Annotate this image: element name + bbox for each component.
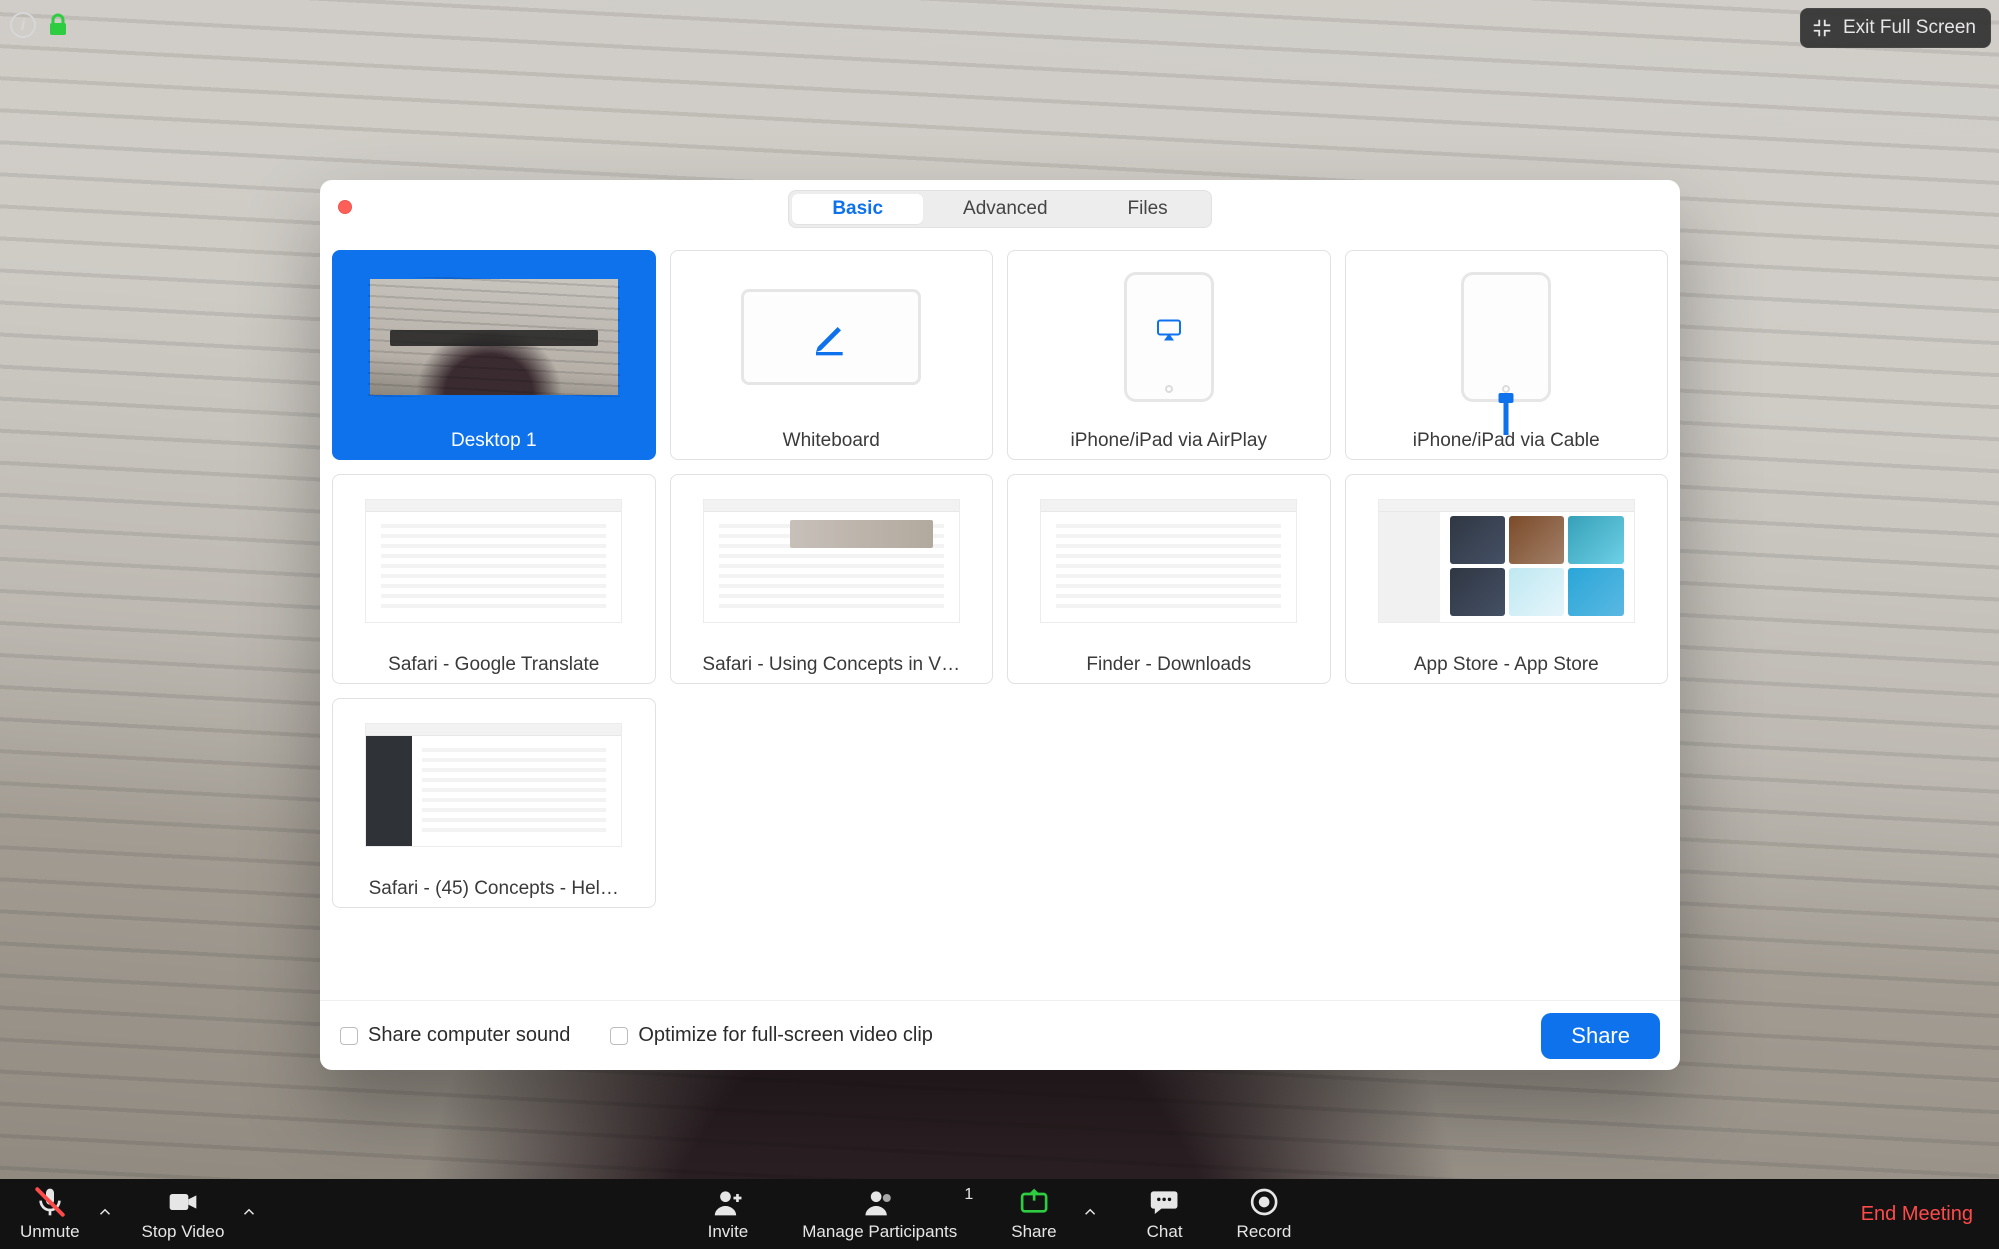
toolbar-label: Unmute <box>20 1222 80 1242</box>
share-category-tabs: Basic Advanced Files <box>788 190 1211 228</box>
checkbox-box <box>340 1027 358 1045</box>
toolbar-label: Chat <box>1147 1222 1183 1242</box>
toolbar-label: Record <box>1237 1222 1292 1242</box>
share-tile-label: Finder - Downloads <box>1008 647 1330 683</box>
share-tile-iphone-cable[interactable]: iPhone/iPad via Cable <box>1345 250 1669 460</box>
chat-button[interactable]: Chat <box>1137 1186 1193 1242</box>
exit-full-screen-icon <box>1811 17 1833 39</box>
share-screen-dialog: Basic Advanced Files Desktop 1 Whiteboar… <box>320 180 1680 1070</box>
share-tile-label: Desktop 1 <box>333 423 655 459</box>
window-thumbnail <box>1040 499 1297 623</box>
share-tile-label: iPhone/iPad via AirPlay <box>1008 423 1330 459</box>
share-tile-desktop-1[interactable]: Desktop 1 <box>332 250 656 460</box>
toolbar-label: Invite <box>708 1222 749 1242</box>
share-computer-sound-checkbox[interactable]: Share computer sound <box>340 1024 570 1047</box>
chat-icon <box>1149 1186 1181 1218</box>
window-thumbnail <box>365 723 622 847</box>
window-thumbnail <box>365 499 622 623</box>
pencil-icon <box>811 317 851 357</box>
cable-icon <box>1504 399 1509 435</box>
tab-advanced[interactable]: Advanced <box>923 194 1088 224</box>
share-tile-safari-google-translate[interactable]: Safari - Google Translate <box>332 474 656 684</box>
optimize-video-checkbox[interactable]: Optimize for full-screen video clip <box>610 1024 933 1047</box>
record-icon <box>1248 1186 1280 1218</box>
record-button[interactable]: Record <box>1227 1186 1302 1242</box>
share-screen-icon <box>1018 1186 1050 1218</box>
share-tile-iphone-airplay[interactable]: iPhone/iPad via AirPlay <box>1007 250 1331 460</box>
chevron-up-icon <box>96 1203 114 1221</box>
toolbar-label: Share <box>1011 1222 1056 1242</box>
stop-video-button[interactable]: Stop Video <box>132 1186 235 1242</box>
checkbox-box <box>610 1027 628 1045</box>
window-thumbnail <box>1378 499 1635 623</box>
chevron-up-icon <box>1081 1203 1099 1221</box>
meeting-toolbar: Unmute Stop Video Invite 1 Manage Partic… <box>0 1179 1999 1249</box>
chevron-up-icon <box>240 1203 258 1221</box>
share-source-grid: Desktop 1 Whiteboard iPhone/iPad via Air… <box>320 238 1680 1000</box>
toolbar-label: Stop Video <box>142 1222 225 1242</box>
tab-files[interactable]: Files <box>1088 194 1208 224</box>
unmute-button[interactable]: Unmute <box>10 1186 90 1242</box>
invite-button[interactable]: Invite <box>698 1186 759 1242</box>
desktop-thumbnail <box>370 279 618 394</box>
participant-count-badge: 1 <box>964 1186 973 1204</box>
close-dialog-button[interactable] <box>338 200 352 214</box>
share-tile-label: App Store - App Store <box>1346 647 1668 683</box>
share-tile-finder-downloads[interactable]: Finder - Downloads <box>1007 474 1331 684</box>
share-tile-whiteboard[interactable]: Whiteboard <box>670 250 994 460</box>
video-camera-icon <box>167 1186 199 1218</box>
video-options-chevron[interactable] <box>236 1203 262 1226</box>
audio-options-chevron[interactable] <box>92 1203 118 1226</box>
share-screen-button[interactable]: Share <box>1001 1186 1066 1242</box>
participants-icon <box>864 1186 896 1218</box>
share-dialog-bottom-bar: Share computer sound Optimize for full-s… <box>320 1000 1680 1070</box>
airplay-icon <box>1156 319 1182 346</box>
tab-basic[interactable]: Basic <box>792 194 923 224</box>
share-tile-app-store[interactable]: App Store - App Store <box>1345 474 1669 684</box>
manage-participants-button[interactable]: 1 Manage Participants <box>792 1186 967 1242</box>
toolbar-label: Manage Participants <box>802 1222 957 1242</box>
share-tile-label: Safari - Using Concepts in V… <box>671 647 993 683</box>
checkbox-label: Optimize for full-screen video clip <box>638 1024 933 1047</box>
invite-icon <box>712 1186 744 1218</box>
checkbox-label: Share computer sound <box>368 1024 570 1047</box>
end-meeting-button[interactable]: End Meeting <box>1845 1203 1989 1226</box>
share-tile-label: Safari - Google Translate <box>333 647 655 683</box>
share-confirm-button[interactable]: Share <box>1541 1013 1660 1059</box>
share-tile-label: Whiteboard <box>671 423 993 459</box>
exit-full-screen-button[interactable]: Exit Full Screen <box>1800 8 1991 48</box>
encryption-lock-icon[interactable] <box>48 13 68 37</box>
window-thumbnail <box>703 499 960 623</box>
share-tile-safari-concepts-help[interactable]: Safari - (45) Concepts - Hel… <box>332 698 656 908</box>
share-options-chevron[interactable] <box>1077 1203 1103 1226</box>
meeting-info-icon[interactable]: i <box>10 12 36 38</box>
share-tile-label: Safari - (45) Concepts - Hel… <box>333 871 655 907</box>
exit-full-screen-label: Exit Full Screen <box>1843 17 1976 39</box>
share-tile-safari-concepts-video[interactable]: Safari - Using Concepts in V… <box>670 474 994 684</box>
